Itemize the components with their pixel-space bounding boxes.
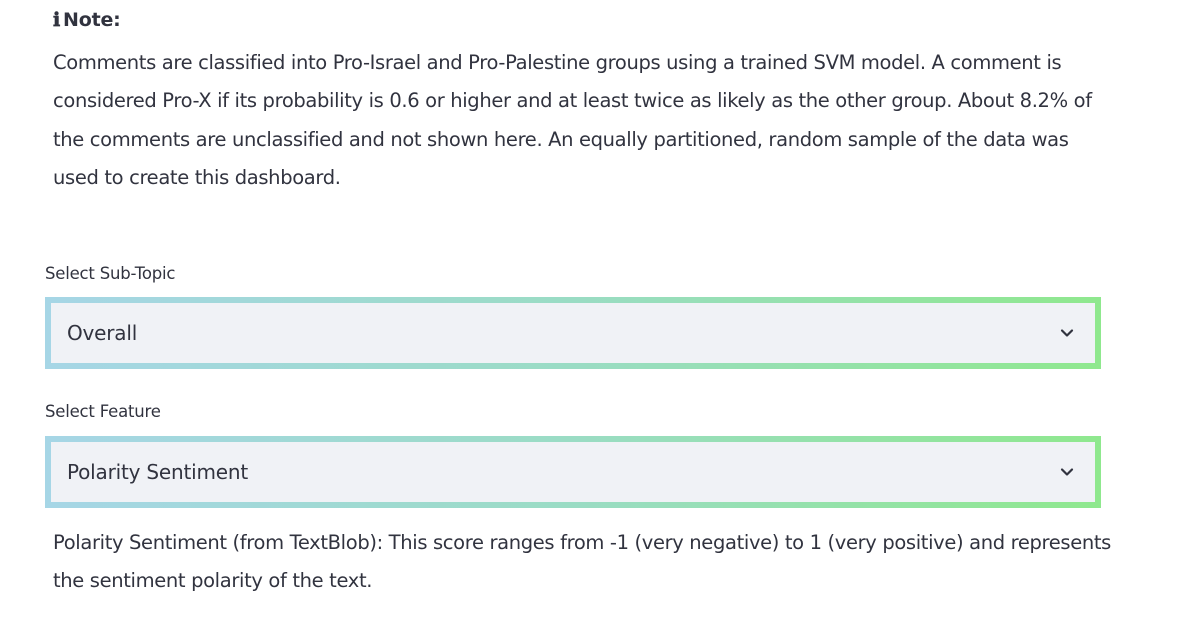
subtopic-select-inner[interactable]: Overall — [51, 303, 1095, 363]
note-callout: ℹ Note: Comments are classified into Pro-… — [53, 6, 1113, 197]
subtopic-select-label: Select Sub-Topic — [45, 264, 176, 283]
feature-select[interactable]: Polarity Sentiment — [45, 436, 1101, 508]
note-title: Note: — [63, 9, 121, 31]
note-body: Comments are classified into Pro-Israel … — [53, 51, 1092, 189]
feature-select-label: Select Feature — [45, 402, 161, 421]
subtopic-select-value: Overall — [67, 321, 138, 345]
feature-select-inner[interactable]: Polarity Sentiment — [51, 442, 1095, 502]
subtopic-select[interactable]: Overall — [45, 297, 1101, 369]
dashboard-page: ℹ Note: Comments are classified into Pro-… — [0, 0, 1203, 619]
note-header: ℹ Note: — [53, 6, 1113, 34]
chevron-down-icon[interactable] — [1059, 464, 1075, 480]
feature-description: Polarity Sentiment (from TextBlob): This… — [53, 531, 1111, 593]
information-icon: ℹ — [53, 9, 61, 31]
feature-select-value: Polarity Sentiment — [67, 460, 248, 484]
chevron-down-icon[interactable] — [1059, 325, 1075, 341]
